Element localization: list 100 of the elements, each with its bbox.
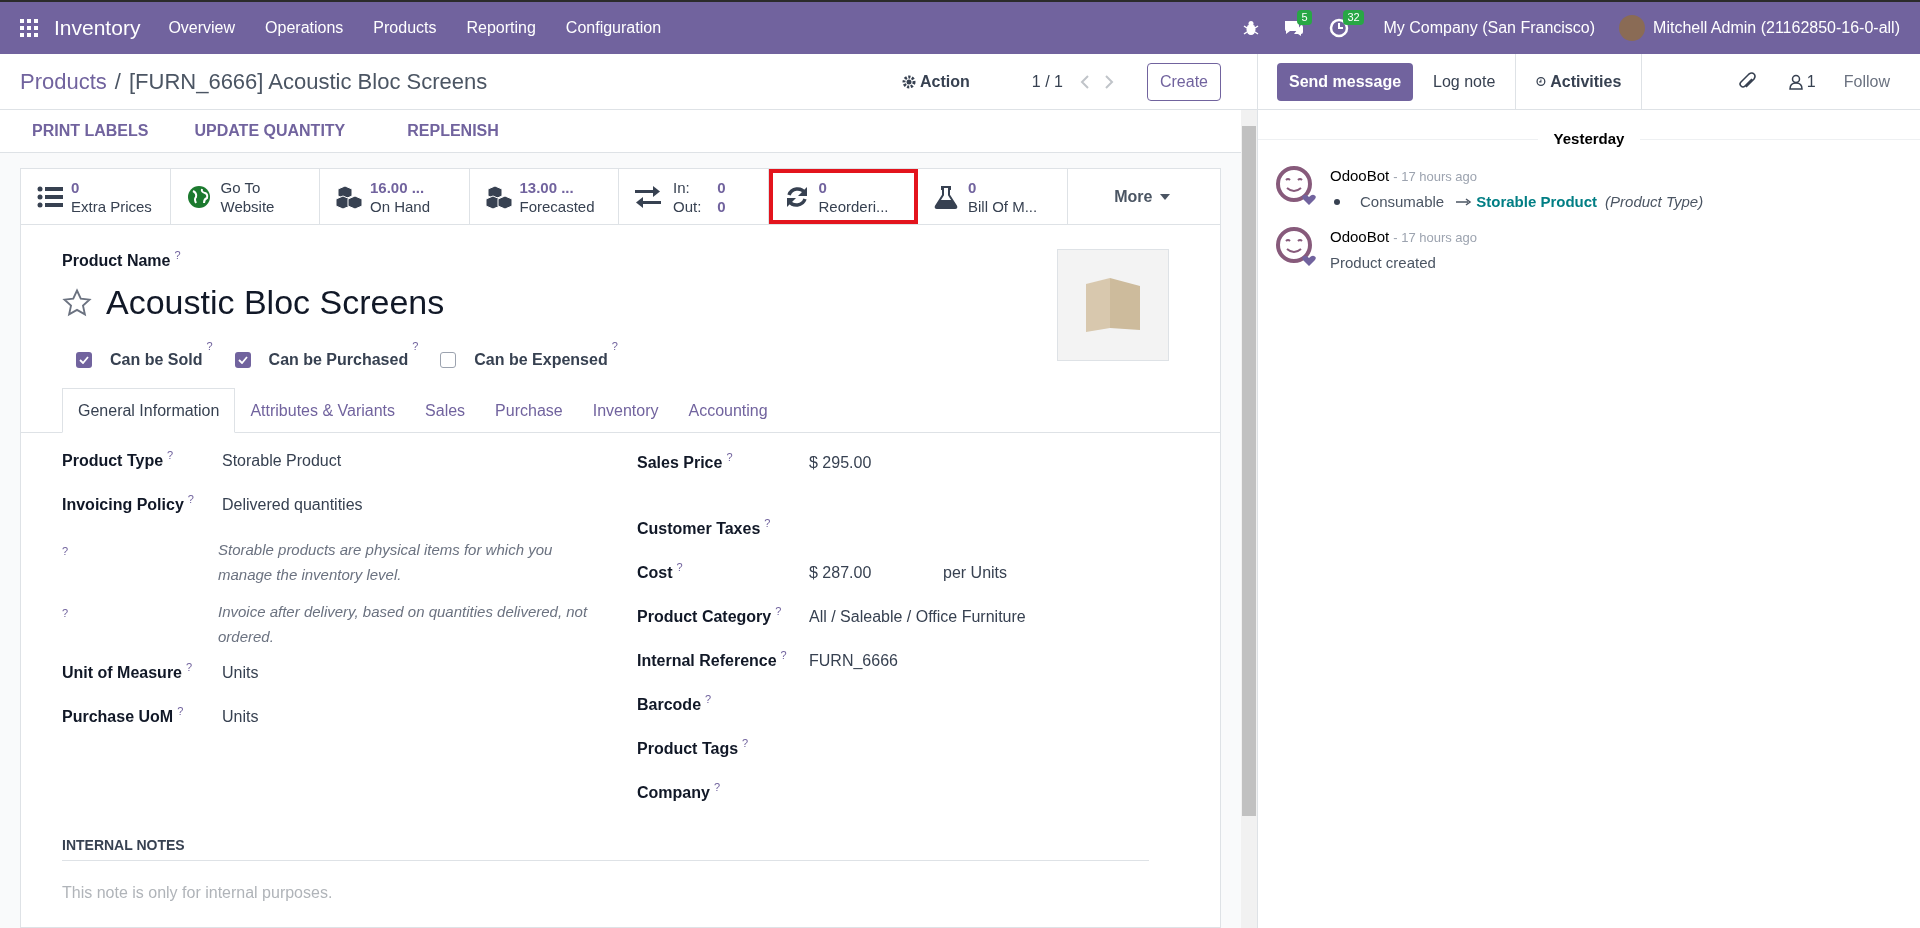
checkbox-label: Can be Sold <box>110 350 203 370</box>
stat-button[interactable]: 16.00 ... On Hand <box>320 169 470 224</box>
help-tooltip-mark[interactable]: ? <box>177 705 184 717</box>
smiley-avatar-icon <box>1275 225 1317 268</box>
help-tooltip-mark[interactable]: ? <box>780 649 787 661</box>
tab[interactable]: General Information <box>62 388 236 433</box>
tab[interactable]: Accounting <box>673 388 783 433</box>
right-arrow-icon <box>1456 198 1473 207</box>
activity-count-badge: 32 <box>1343 10 1364 25</box>
check-icon <box>237 356 248 364</box>
menu-item[interactable]: Overview <box>168 16 236 40</box>
help-tooltip-mark[interactable]: ? <box>775 605 782 617</box>
field-value: FURN_6666 <box>809 651 898 671</box>
tab[interactable]: Attributes & Variants <box>235 388 411 433</box>
menu-item[interactable]: Configuration <box>565 16 662 40</box>
gear-icon <box>902 74 917 89</box>
swap-arrows-icon <box>635 184 661 209</box>
help-tooltip-mark[interactable]: ? <box>62 545 69 557</box>
field-label: Invoicing Policy <box>62 495 184 515</box>
field-label: Product Category <box>637 607 772 627</box>
stat-button[interactable]: 13.00 ... Forecasted <box>469 169 619 224</box>
stat-button[interactable]: More <box>1067 169 1217 224</box>
send-message-button[interactable]: Send message <box>1277 62 1414 101</box>
bug-icon <box>1243 20 1260 36</box>
stat-button[interactable]: 0 Reorderi... <box>768 169 918 224</box>
help-tooltip-mark[interactable]: ? <box>713 781 721 793</box>
header-button[interactable]: REPLENISH <box>391 119 515 143</box>
help-tooltip-mark[interactable]: ? <box>676 561 683 573</box>
next-icon <box>1102 73 1115 90</box>
tab[interactable]: Sales <box>410 388 481 433</box>
help-tooltip-mark[interactable]: ? <box>174 249 181 261</box>
tab[interactable]: Inventory <box>577 388 674 433</box>
field-value: $ 287.00 <box>809 563 873 583</box>
checkbox-label: Can be Expensed <box>474 350 608 370</box>
help-tooltip-mark[interactable]: ? <box>611 340 618 352</box>
previous-icon <box>1078 73 1091 90</box>
help-tooltip-mark[interactable]: ? <box>206 340 213 352</box>
field-label: Cost <box>637 563 673 583</box>
tracked-field-name: (Product Type) <box>1605 192 1704 212</box>
caret-down-icon <box>1160 193 1171 200</box>
message-author: OdooBot <box>1330 226 1390 247</box>
header-button[interactable]: PRINT LABELS <box>16 119 149 143</box>
field-value: per Units <box>943 563 1008 583</box>
scrollbar[interactable] <box>1241 110 1257 928</box>
cubes-icon <box>336 184 362 209</box>
menu-item[interactable]: Products <box>373 16 437 40</box>
message-time: - 17 hours ago <box>1393 167 1478 186</box>
field-label: Purchase UoM <box>62 707 174 727</box>
help-tooltip-mark[interactable]: ? <box>186 661 193 673</box>
checkbox[interactable] <box>76 352 92 368</box>
field-label: Product Name <box>62 251 171 271</box>
followers-button[interactable]: 1 <box>1788 69 1816 94</box>
notes-field[interactable]: This note is only for internal purposes. <box>62 881 1062 905</box>
create-button[interactable]: Create <box>1146 62 1221 101</box>
globe-icon <box>186 184 213 209</box>
breadcrumb-separator: / <box>114 68 121 96</box>
message-body: Product created <box>1330 253 1437 273</box>
help-tooltip-mark[interactable]: ? <box>742 737 749 749</box>
activities-button[interactable]: Activities <box>1515 54 1643 109</box>
help-tooltip-mark[interactable]: ? <box>412 340 419 352</box>
message-count-badge: 5 <box>1297 10 1312 25</box>
stat-button[interactable]: 0 Bill Of M... <box>918 169 1068 224</box>
checkbox[interactable] <box>234 352 251 368</box>
stat-button[interactable]: Go To Website <box>170 169 320 224</box>
checkbox[interactable] <box>440 352 457 368</box>
pager-value: 1 / 1 <box>1031 71 1063 92</box>
menu-item[interactable]: Reporting <box>466 16 536 40</box>
field-label: Product Tags <box>637 739 739 759</box>
field-label: Sales Price <box>637 453 723 473</box>
field-label: Barcode <box>637 695 702 715</box>
help-tooltip-mark[interactable]: ? <box>62 607 69 619</box>
app-name[interactable]: Inventory <box>54 12 141 44</box>
tab[interactable]: Purchase <box>480 388 578 433</box>
menu-item[interactable]: Operations <box>265 16 344 40</box>
help-tooltip-mark[interactable]: ? <box>764 517 771 529</box>
apps-menu-icon <box>20 19 38 37</box>
stat-button[interactable]: 0 Extra Prices <box>21 169 171 224</box>
help-tooltip-mark[interactable]: ? <box>167 449 174 461</box>
favorite-star-icon[interactable] <box>62 287 92 318</box>
user-menu[interactable]: Mitchell Admin (21162850-16-0-all) <box>1653 16 1900 40</box>
action-menu-button[interactable]: Action <box>902 69 970 94</box>
help-tooltip-mark[interactable]: ? <box>726 451 733 463</box>
field-label: Company <box>637 783 710 803</box>
help-text: Invoice after delivery, based on quantities delivered, not ordered. <box>218 602 589 647</box>
product-name-field[interactable]: Acoustic Bloc Screens <box>106 277 445 328</box>
stat-button[interactable]: In: 0 Out: 0 <box>619 169 769 224</box>
company-switcher[interactable]: My Company (San Francisco) <box>1383 16 1596 40</box>
follow-button[interactable]: Follow <box>1843 69 1890 94</box>
help-tooltip-mark[interactable]: ? <box>705 693 712 705</box>
breadcrumb-link[interactable]: Products <box>20 65 107 98</box>
field-value: Units <box>222 663 259 683</box>
help-text: Storable products are physical items for which you manage the inventory level. <box>218 540 554 585</box>
log-note-button[interactable]: Log note <box>1413 54 1516 109</box>
message-time: - 17 hours ago <box>1393 228 1478 247</box>
field-label: Customer Taxes <box>637 519 761 539</box>
header-button[interactable]: UPDATE QUANTITY <box>178 119 362 143</box>
new-value: Storable Product <box>1476 192 1598 212</box>
old-value: Consumable <box>1360 192 1445 212</box>
help-tooltip-mark[interactable]: ? <box>187 493 194 505</box>
smiley-avatar-icon <box>1275 164 1317 207</box>
